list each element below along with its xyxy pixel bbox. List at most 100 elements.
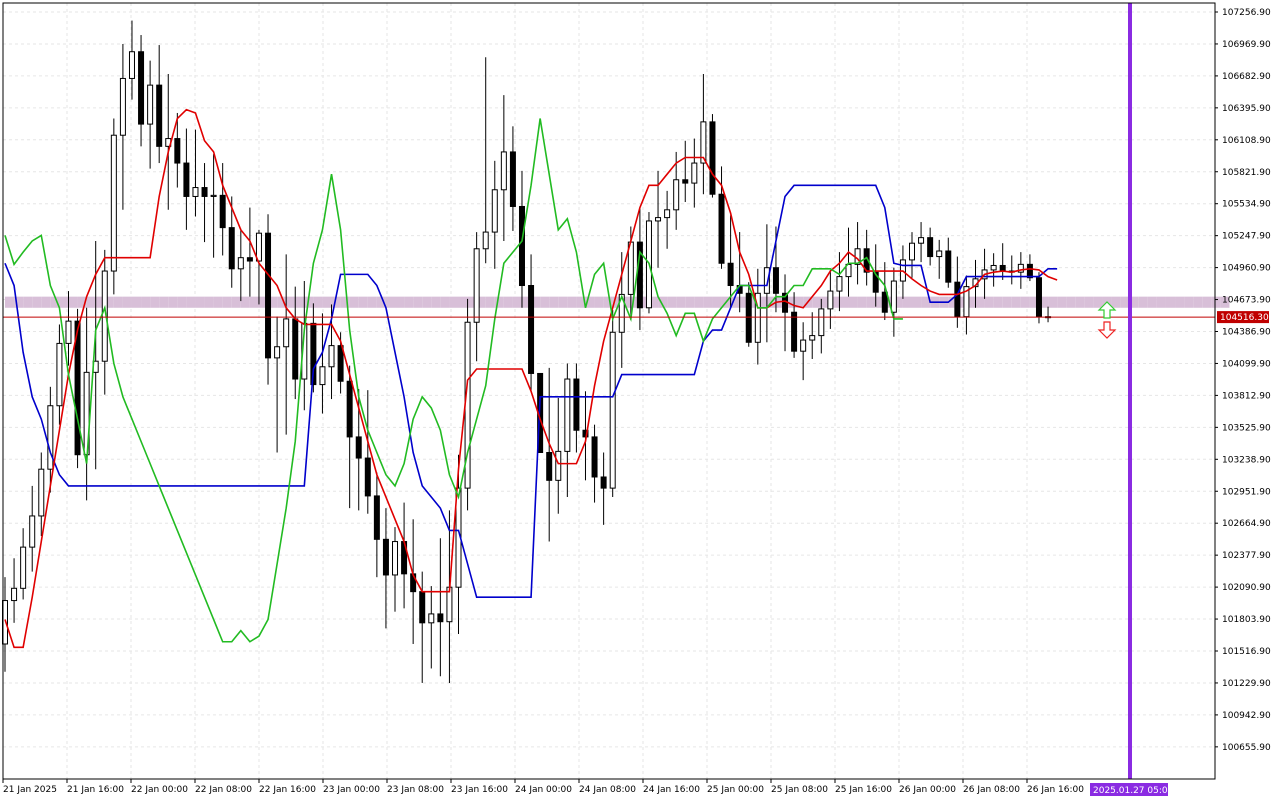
cloud-segment: [41, 296, 51, 308]
cloud-segment: [68, 296, 78, 308]
y-tick-label: 102664.90: [1222, 519, 1271, 529]
cloud-segment: [141, 296, 151, 308]
candle-body: [364, 457, 371, 497]
candle-body: [156, 84, 163, 147]
candle-body: [292, 318, 299, 380]
cloud-segment: [549, 296, 559, 308]
cloud-segment: [1111, 296, 1121, 308]
cloud-segment: [1156, 296, 1166, 308]
candle-body: [791, 311, 798, 352]
y-tick-label: 100655.90: [1222, 743, 1271, 753]
x-tick-label: 22 Jan 00:00: [131, 785, 188, 795]
cloud-segment: [993, 296, 1003, 308]
candle-body: [772, 267, 779, 294]
candle-body: [265, 232, 272, 359]
y-tick-label: 103238.90: [1222, 455, 1271, 465]
candle-body: [809, 335, 816, 341]
candle-body: [1035, 277, 1042, 318]
cloud-segment: [59, 296, 69, 308]
candle-body: [555, 450, 562, 481]
y-tick-label: 106395.90: [1222, 104, 1271, 114]
cloud-segment: [594, 296, 604, 308]
cloud-segment: [1165, 296, 1176, 308]
cloud-segment: [839, 296, 849, 308]
candle-body: [56, 342, 63, 407]
cloud-segment: [150, 296, 160, 308]
cloud-segment: [1048, 296, 1058, 308]
cloud-segment: [857, 296, 867, 308]
cloud-segment: [1057, 296, 1067, 308]
candle-body: [210, 194, 217, 197]
candle-body: [147, 84, 154, 125]
y-tick-label: 103812.90: [1222, 391, 1271, 401]
cloud-segment: [195, 296, 205, 308]
cloud-segment: [159, 296, 169, 308]
candle-body: [11, 587, 18, 602]
cloud-segment: [676, 296, 686, 308]
candle-body: [373, 495, 380, 540]
candle-body: [65, 320, 72, 344]
chart-svg[interactable]: 107256.90 106969.90 106682.90 106395.90 1061…: [0, 0, 1280, 800]
candle-body: [1026, 263, 1033, 279]
x-tick-label: 24 Jan 16:00: [643, 785, 700, 795]
y-tick-label: 100942.90: [1222, 711, 1271, 721]
candle-body: [999, 264, 1006, 272]
candle-body: [881, 291, 888, 313]
candle-body: [237, 257, 244, 270]
candle-body: [682, 179, 689, 184]
y-tick-label: 102377.90: [1222, 551, 1271, 561]
candle-body: [836, 276, 843, 292]
candle-body: [600, 476, 607, 489]
candle-body: [246, 257, 253, 262]
x-tick-label: 26 Jan 00:00: [899, 785, 956, 795]
chart-area[interactable]: 107256.90 106969.90 106682.90 106395.90 1061…: [0, 0, 1280, 800]
cloud-segment: [122, 296, 132, 308]
x-tick-label: 25 Jan 08:00: [771, 785, 828, 795]
cloud-segment: [431, 296, 441, 308]
x-tick-label: 23 Jan 16:00: [451, 785, 508, 795]
candle-body: [528, 285, 535, 374]
cloud-segment: [512, 296, 522, 308]
cloud-segment: [712, 296, 722, 308]
candle-body: [47, 405, 54, 470]
y-tick-label: 101229.90: [1222, 679, 1271, 689]
cursor-time-label: 2025.01.27 05:00: [1093, 786, 1174, 796]
cloud-segment: [485, 296, 495, 308]
cloud-segment: [440, 296, 450, 308]
candle: [709, 114, 716, 198]
candle-body: [201, 187, 208, 197]
cloud-segment: [866, 296, 876, 308]
cloud-segment: [540, 296, 550, 308]
y-tick-label: 104099.90: [1222, 359, 1271, 369]
cloud-segment: [340, 296, 350, 308]
cloud-segment: [286, 296, 296, 308]
cloud-segment: [449, 296, 459, 308]
cloud-segment: [912, 296, 922, 308]
candle-body: [392, 541, 399, 576]
cloud-segment: [385, 296, 396, 308]
candle-body: [192, 187, 199, 197]
candle-body: [990, 264, 997, 271]
candle-body: [138, 51, 145, 125]
cloud-segment: [177, 296, 187, 308]
x-tick-label: 21 Jan 16:00: [67, 785, 124, 795]
candle-body: [655, 217, 662, 222]
candle-body: [818, 308, 825, 337]
cloud-segment: [503, 296, 513, 308]
cloud-segment: [422, 296, 432, 308]
cloud-segment: [295, 296, 305, 308]
x-tick-label: 25 Jan 16:00: [835, 785, 892, 795]
cloud-segment: [685, 296, 695, 308]
cloud-segment: [1075, 296, 1085, 308]
candle-body: [20, 546, 27, 589]
y-tick-label: 101803.90: [1222, 615, 1271, 625]
cursor-time-tag: 2025.01.27 05:00: [1090, 783, 1174, 796]
y-tick-label: 101516.90: [1222, 647, 1271, 657]
candle: [1035, 272, 1042, 324]
x-tick-label: 26 Jan 08:00: [963, 785, 1020, 795]
candle-body: [546, 451, 553, 481]
cloud-segment: [231, 296, 241, 308]
candle-body: [274, 346, 281, 359]
candle-body: [564, 378, 571, 452]
cloud-segment: [1175, 296, 1185, 308]
